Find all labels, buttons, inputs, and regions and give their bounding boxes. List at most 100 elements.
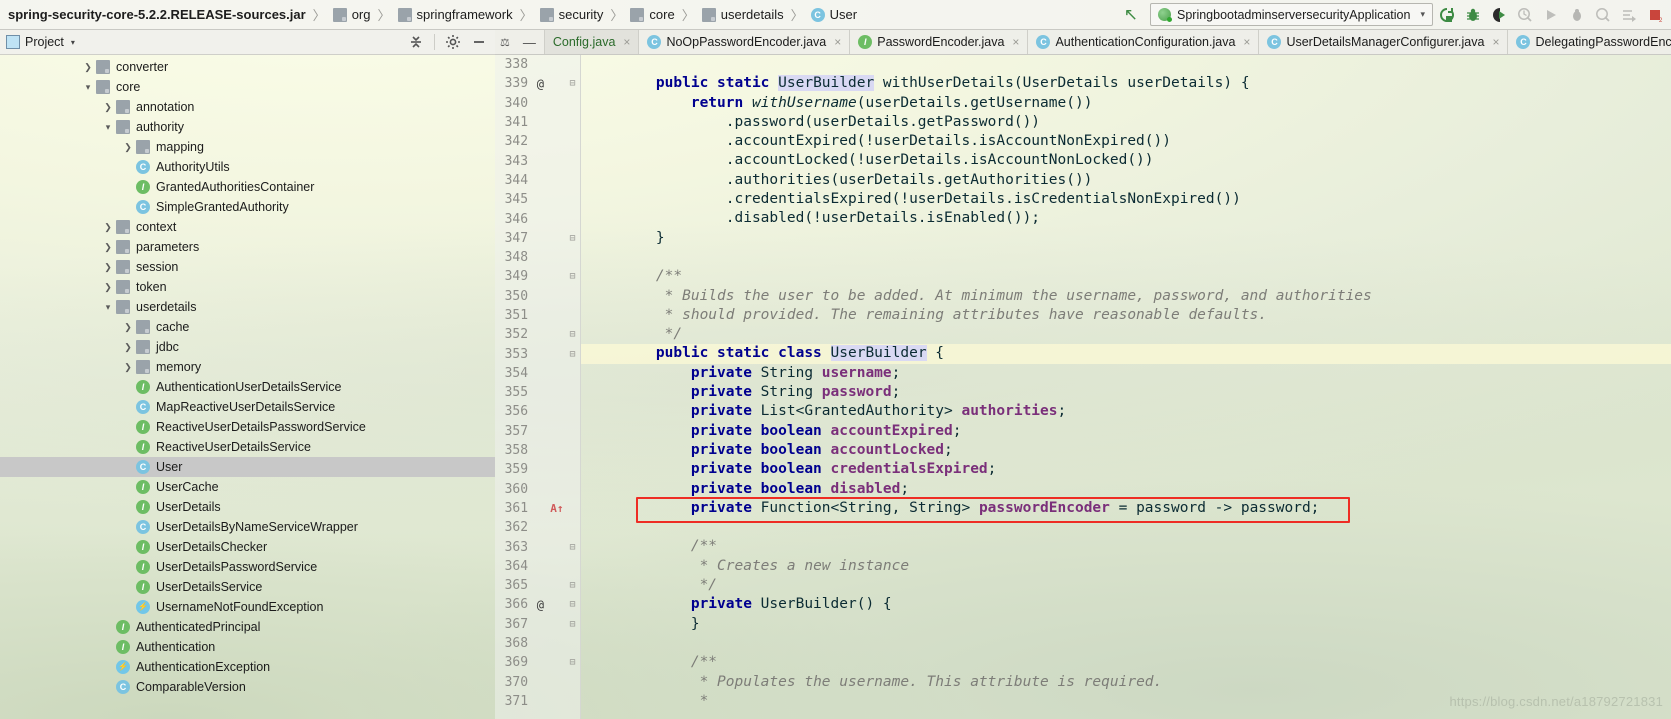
- tree-item-parameters[interactable]: ❯ parameters: [0, 237, 495, 257]
- code-line-357[interactable]: private boolean accountExpired;: [621, 422, 1671, 441]
- code-line-355[interactable]: private String password;: [621, 383, 1671, 402]
- gutter-line-358[interactable]: 358: [495, 441, 580, 460]
- gutter-line-343[interactable]: 343: [495, 151, 580, 170]
- debug-button[interactable]: [1461, 4, 1485, 26]
- chevron-right-icon[interactable]: ❯: [102, 217, 114, 237]
- gutter-line-357[interactable]: 357: [495, 422, 580, 441]
- tree-item-authenticationuserdetailsservice[interactable]: I AuthenticationUserDetailsService: [0, 377, 495, 397]
- editor-tab-userdetailsmanagerconfigurer[interactable]: C UserDetailsManagerConfigurer.java ×: [1258, 30, 1507, 54]
- code-folding-icon[interactable]: ⊟: [565, 349, 580, 360]
- tree-item-jdbc[interactable]: ❯ jdbc: [0, 337, 495, 357]
- override-marker-icon[interactable]: @: [532, 77, 549, 91]
- code-folding-icon[interactable]: ⊟: [565, 599, 580, 610]
- gutter-line-363[interactable]: 363 ⊟: [495, 537, 580, 556]
- breadcrumb-item-core[interactable]: core: [630, 7, 675, 22]
- tree-item-mapreactiveuserdetailsservice[interactable]: C MapReactiveUserDetailsService: [0, 397, 495, 417]
- gutter-line-361[interactable]: 361 A↑: [495, 499, 580, 518]
- override-marker-icon[interactable]: @: [532, 598, 549, 612]
- gutter-line-341[interactable]: 341: [495, 113, 580, 132]
- code-line-370[interactable]: * Populates the username. This attribute…: [621, 673, 1671, 692]
- tree-item-usernamenotfoundexception[interactable]: ⚡ UsernameNotFoundException: [0, 597, 495, 617]
- gutter-line-352[interactable]: 352 ⊟: [495, 325, 580, 344]
- project-view-selector[interactable]: Project ▾: [6, 35, 75, 49]
- chevron-right-icon[interactable]: ❯: [102, 237, 114, 257]
- code-line-354[interactable]: private String username;: [621, 364, 1671, 383]
- tree-item-user[interactable]: C User: [0, 457, 495, 477]
- hide-icon[interactable]: [467, 31, 491, 53]
- close-icon[interactable]: ×: [623, 35, 630, 49]
- close-icon[interactable]: ×: [834, 35, 841, 49]
- code-line-341[interactable]: .password(userDetails.getPassword()): [621, 113, 1671, 132]
- breadcrumb-item-org[interactable]: org: [332, 7, 370, 22]
- chevron-right-icon[interactable]: ❯: [122, 137, 134, 157]
- code-folding-icon[interactable]: ⊟: [565, 78, 580, 89]
- gutter-line-355[interactable]: 355: [495, 383, 580, 402]
- code-line-338[interactable]: [621, 55, 1671, 74]
- profile-button[interactable]: [1513, 4, 1537, 26]
- code-line-344[interactable]: .authorities(userDetails.getAuthorities(…: [621, 171, 1671, 190]
- step-over-button[interactable]: [1617, 4, 1641, 26]
- chevron-right-icon[interactable]: ❯: [102, 97, 114, 117]
- editor-tab-nooppasswordencoder[interactable]: C NoOpPasswordEncoder.java ×: [638, 30, 849, 54]
- code-folding-icon[interactable]: ⊟: [565, 329, 580, 340]
- code-line-359[interactable]: private boolean credentialsExpired;: [621, 460, 1671, 479]
- gutter-line-349[interactable]: 349 ⊟: [495, 267, 580, 286]
- code-line-368[interactable]: [621, 634, 1671, 653]
- tree-item-cache[interactable]: ❯ cache: [0, 317, 495, 337]
- resume-program-button[interactable]: [1539, 4, 1563, 26]
- tree-item-authority[interactable]: ▾ authority: [0, 117, 495, 137]
- editor-tab-config[interactable]: Config.java ×: [543, 30, 639, 54]
- tree-item-memory[interactable]: ❯ memory: [0, 357, 495, 377]
- code-line-340[interactable]: return withUsername(userDetails.getUsern…: [621, 94, 1671, 113]
- tree-item-session[interactable]: ❯ session: [0, 257, 495, 277]
- gutter-line-346[interactable]: 346: [495, 209, 580, 228]
- chevron-right-icon[interactable]: ❯: [122, 317, 134, 337]
- gutter-line-344[interactable]: 344: [495, 171, 580, 190]
- gutter-line-345[interactable]: 345: [495, 190, 580, 209]
- breadcrumb-item-user[interactable]: C User: [810, 7, 857, 22]
- breadcrumb-item-springframework[interactable]: springframework: [397, 7, 513, 22]
- gutter-line-369[interactable]: 369 ⊟: [495, 653, 580, 672]
- chevron-right-icon[interactable]: ❯: [102, 277, 114, 297]
- tree-item-authenticatedprincipal[interactable]: I AuthenticatedPrincipal: [0, 617, 495, 637]
- chevron-right-icon[interactable]: ❯: [82, 57, 94, 77]
- gutter-line-371[interactable]: 371: [495, 692, 580, 711]
- code-line-343[interactable]: .accountLocked(!userDetails.isAccountNon…: [621, 151, 1671, 170]
- chevron-right-icon[interactable]: ❯: [122, 357, 134, 377]
- tree-item-reactiveuserdetailspasswordservice[interactable]: I ReactiveUserDetailsPasswordService: [0, 417, 495, 437]
- editor-tab-delegatingpasswordencoder[interactable]: CDelegatingPasswordEncoder.java×: [1507, 30, 1671, 54]
- breadcrumb-item-userdetails[interactable]: userdetails: [701, 7, 784, 22]
- code-line-362[interactable]: [621, 518, 1671, 537]
- gutter-line-339[interactable]: 339 @ ⊟: [495, 74, 580, 93]
- tree-item-reactiveuserdetailsservice[interactable]: I ReactiveUserDetailsService: [0, 437, 495, 457]
- code-folding-icon[interactable]: ⊟: [565, 542, 580, 553]
- gutter-line-347[interactable]: 347 ⊟: [495, 229, 580, 248]
- tree-item-comparableversion[interactable]: C ComparableVersion: [0, 677, 495, 697]
- code-line-356[interactable]: private List<GrantedAuthority> authoriti…: [621, 402, 1671, 421]
- gutter-line-348[interactable]: 348: [495, 248, 580, 267]
- code-folding-icon[interactable]: ⊟: [565, 657, 580, 668]
- gutter-line-350[interactable]: 350: [495, 287, 580, 306]
- attach-debugger-button[interactable]: [1565, 4, 1589, 26]
- tree-item-simplegrantedauthority[interactable]: C SimpleGrantedAuthority: [0, 197, 495, 217]
- gutter-line-353[interactable]: 353 ⊟: [495, 344, 580, 363]
- close-icon[interactable]: ×: [1012, 35, 1019, 49]
- editor-tab-passwordencoder[interactable]: I PasswordEncoder.java ×: [849, 30, 1027, 54]
- gutter-line-360[interactable]: 360: [495, 480, 580, 499]
- chevron-down-icon[interactable]: ▾: [82, 77, 94, 97]
- project-tree[interactable]: ❯ converter ▾ core ❯ annotation ▾ authority ❯ map…: [0, 55, 495, 719]
- gear-icon[interactable]: [441, 31, 465, 53]
- tree-item-token[interactable]: ❯ token: [0, 277, 495, 297]
- chevron-right-icon[interactable]: ❯: [122, 337, 134, 357]
- code-line-369[interactable]: /**: [621, 653, 1671, 672]
- gutter-line-368[interactable]: 368: [495, 634, 580, 653]
- code-line-342[interactable]: .accountExpired(!userDetails.isAccountNo…: [621, 132, 1671, 151]
- stop-button[interactable]: 2: [1643, 4, 1667, 26]
- collapse-all-icon[interactable]: [404, 31, 428, 53]
- tree-item-usercache[interactable]: I UserCache: [0, 477, 495, 497]
- inspection-marker-icon[interactable]: A↑: [549, 502, 566, 515]
- tree-item-core[interactable]: ▾ core: [0, 77, 495, 97]
- gutter-line-356[interactable]: 356: [495, 402, 580, 421]
- code-line-364[interactable]: * Creates a new instance: [621, 557, 1671, 576]
- back-arrow-icon[interactable]: ↖: [1114, 6, 1148, 23]
